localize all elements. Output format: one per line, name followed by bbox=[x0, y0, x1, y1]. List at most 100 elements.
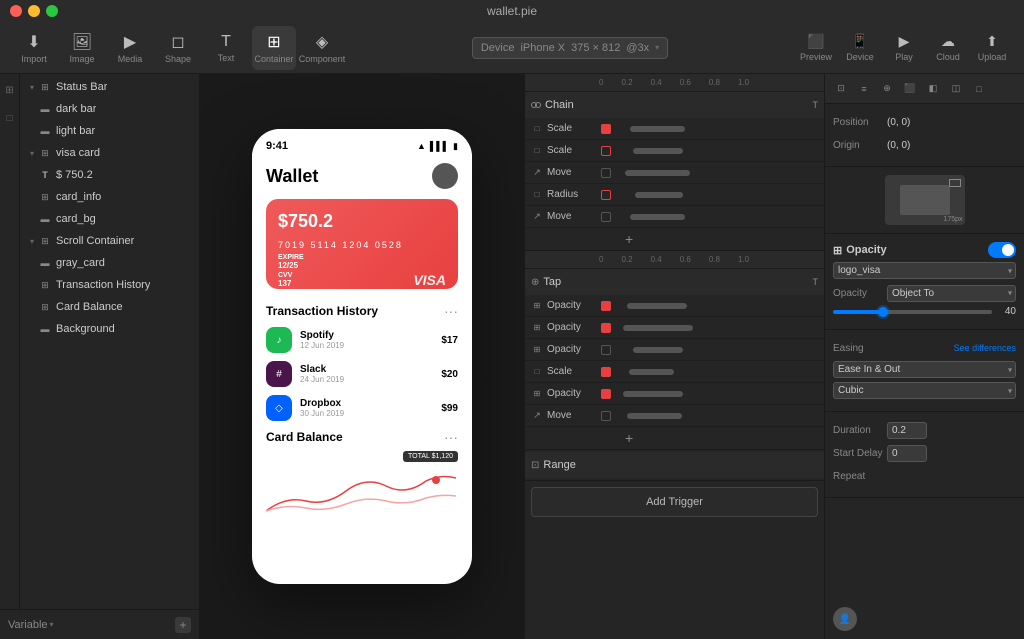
layer-item-status-bar[interactable]: ▾ ⊞ Status Bar bbox=[20, 76, 199, 98]
thumbnail-resize-handle[interactable] bbox=[949, 179, 961, 187]
chain-section-header[interactable]: Chain T bbox=[525, 92, 824, 118]
variable-dropdown[interactable]: Variable ▾ bbox=[8, 619, 54, 631]
close-button[interactable] bbox=[10, 5, 22, 17]
layer-item-amount[interactable]: T $ 750.2 bbox=[20, 164, 199, 186]
scale2-icon: □ bbox=[531, 145, 543, 157]
right-tool-7[interactable]: □ bbox=[969, 79, 989, 99]
see-differences-link[interactable]: See differences bbox=[954, 343, 1016, 353]
device-icon: 📱 bbox=[851, 33, 868, 50]
layer-item-dark-bar[interactable]: ▬ dark bar bbox=[20, 98, 199, 120]
tap-track-move[interactable]: ↗ Move bbox=[525, 405, 824, 427]
move1-toggle[interactable] bbox=[601, 168, 611, 178]
tap-scale-toggle[interactable] bbox=[601, 367, 611, 377]
card-number: 7019 5114 1204 0528 bbox=[278, 240, 446, 250]
chain-track-move2[interactable]: ↗ Move bbox=[525, 206, 824, 228]
visa-label: VISA bbox=[413, 272, 446, 288]
position-label: Position bbox=[833, 117, 883, 128]
layer-item-gray-card[interactable]: ▬ gray_card bbox=[20, 252, 199, 274]
origin-row: Origin (0, 0) bbox=[833, 135, 1016, 155]
opacity2-toggle[interactable] bbox=[601, 323, 611, 333]
scale2-toggle[interactable] bbox=[601, 146, 611, 156]
opacity-slider[interactable] bbox=[833, 310, 992, 314]
tap-track-opacity1[interactable]: ⊞ Opacity bbox=[525, 295, 824, 317]
duration-field[interactable]: 0.2 bbox=[887, 422, 927, 439]
add-variable-button[interactable]: + bbox=[175, 617, 191, 633]
right-tool-4[interactable]: ⬛ bbox=[900, 79, 920, 99]
opacity3-toggle[interactable] bbox=[601, 345, 611, 355]
tool-component[interactable]: ◈ Component bbox=[300, 26, 344, 70]
wallet-avatar bbox=[432, 163, 458, 189]
chain-add-row: + bbox=[525, 228, 824, 250]
credit-card: $750.2 7019 5114 1204 0528 EXPIRE 12/25 … bbox=[266, 199, 458, 289]
right-tool-6[interactable]: ◫ bbox=[946, 79, 966, 99]
layer-item-visa-card[interactable]: ▾ ⊞ visa card bbox=[20, 142, 199, 164]
group-icon-scroll: ⊞ bbox=[38, 234, 52, 248]
tap-add-button[interactable]: + bbox=[625, 430, 633, 446]
scale1-toggle[interactable] bbox=[601, 124, 611, 134]
opacity-title: Opacity bbox=[846, 244, 886, 256]
tap-track-opacity2[interactable]: ⊞ Opacity bbox=[525, 317, 824, 339]
start-delay-field[interactable]: 0 bbox=[887, 445, 927, 462]
range-section-header[interactable]: ⊡ Range bbox=[525, 452, 824, 478]
transaction-more-icon: ··· bbox=[444, 303, 458, 319]
opacity1-toggle[interactable] bbox=[601, 301, 611, 311]
layer-item-light-bar[interactable]: ▬ light bar bbox=[20, 120, 199, 142]
opacity-mode-select[interactable]: Object To bbox=[887, 285, 1016, 302]
opacity4-bar bbox=[623, 391, 683, 397]
canvas[interactable]: 9:41 ▲ ▌▌▌ ▮ Wallet $750.2 7019 5114 120… bbox=[200, 74, 524, 639]
upload-button[interactable]: ⬆ Upload bbox=[972, 26, 1012, 70]
easing-type-select[interactable]: Cubic bbox=[833, 382, 1016, 399]
right-tool-2[interactable]: ≡ bbox=[854, 79, 874, 99]
assets-icon[interactable]: □ bbox=[2, 110, 18, 126]
tap-track-scale[interactable]: □ Scale bbox=[525, 361, 824, 383]
right-tool-3[interactable]: ⊕ bbox=[877, 79, 897, 99]
preview-button[interactable]: ⬛ Preview bbox=[796, 26, 836, 70]
opacity-toggle[interactable] bbox=[988, 242, 1016, 258]
spotify-date: 12 Jun 2019 bbox=[300, 341, 433, 350]
shape-icon-background: ▬ bbox=[38, 322, 52, 336]
radius-toggle[interactable] bbox=[601, 190, 611, 200]
opacity4-toggle[interactable] bbox=[601, 389, 611, 399]
maximize-button[interactable] bbox=[46, 5, 58, 17]
tool-import[interactable]: ⬇ Import bbox=[12, 26, 56, 70]
tap-move-toggle[interactable] bbox=[601, 411, 611, 421]
dropbox-name: Dropbox bbox=[300, 398, 433, 409]
layer-item-card-info[interactable]: ⊞ card_info bbox=[20, 186, 199, 208]
chain-track-scale1[interactable]: □ Scale bbox=[525, 118, 824, 140]
easing-select[interactable]: Ease In & Out bbox=[833, 361, 1016, 378]
device-button[interactable]: 📱 Device bbox=[840, 26, 880, 70]
layer-item-card-bg[interactable]: ▬ card_bg bbox=[20, 208, 199, 230]
move2-toggle[interactable] bbox=[601, 212, 611, 222]
tool-media[interactable]: ▶ Media bbox=[108, 26, 152, 70]
layer-item-background[interactable]: ▬ Background bbox=[20, 318, 199, 340]
element-select[interactable]: logo_visa bbox=[833, 262, 1016, 279]
right-tool-1[interactable]: ⊡ bbox=[831, 79, 851, 99]
user-avatar[interactable]: 👤 bbox=[833, 607, 857, 631]
easing-select-wrap: Ease In & Out bbox=[833, 361, 1016, 378]
layers-icon[interactable]: ⊞ bbox=[2, 82, 18, 98]
minimize-button[interactable] bbox=[28, 5, 40, 17]
shape-icon-dark-bar: ▬ bbox=[38, 102, 52, 116]
cloud-button[interactable]: ☁ Cloud bbox=[928, 26, 968, 70]
tap-track-opacity4[interactable]: ⊞ Opacity bbox=[525, 383, 824, 405]
layer-item-card-balance[interactable]: ⊞ Card Balance bbox=[20, 296, 199, 318]
toolbar: ⬇ Import 🖼 Image ▶ Media ◻ Shape T Text … bbox=[0, 22, 1024, 74]
tool-container[interactable]: ⊞ Container bbox=[252, 26, 296, 70]
tool-text[interactable]: T Text bbox=[204, 26, 248, 70]
tool-image[interactable]: 🖼 Image bbox=[60, 26, 104, 70]
tap-section-header[interactable]: ⊕ Tap T bbox=[525, 269, 824, 295]
tap-track-opacity3[interactable]: ⊞ Opacity bbox=[525, 339, 824, 361]
radius-bar bbox=[635, 192, 683, 198]
layer-item-transaction-history[interactable]: ⊞ Transaction History bbox=[20, 274, 199, 296]
mobile-content: Wallet $750.2 7019 5114 1204 0528 EXPIRE… bbox=[252, 157, 472, 584]
add-trigger-button[interactable]: Add Trigger bbox=[531, 487, 818, 517]
chain-track-scale2[interactable]: □ Scale bbox=[525, 140, 824, 162]
chain-track-move1[interactable]: ↗ Move bbox=[525, 162, 824, 184]
device-selector[interactable]: Device iPhone X 375 × 812 @3x ▾ bbox=[472, 37, 668, 59]
layer-item-scroll-container[interactable]: ▾ ⊞ Scroll Container bbox=[20, 230, 199, 252]
right-tool-5[interactable]: ◧ bbox=[923, 79, 943, 99]
tool-shape[interactable]: ◻ Shape bbox=[156, 26, 200, 70]
play-button[interactable]: ▶ Play bbox=[884, 26, 924, 70]
chain-track-radius[interactable]: □ Radius bbox=[525, 184, 824, 206]
chain-add-button[interactable]: + bbox=[625, 231, 633, 247]
